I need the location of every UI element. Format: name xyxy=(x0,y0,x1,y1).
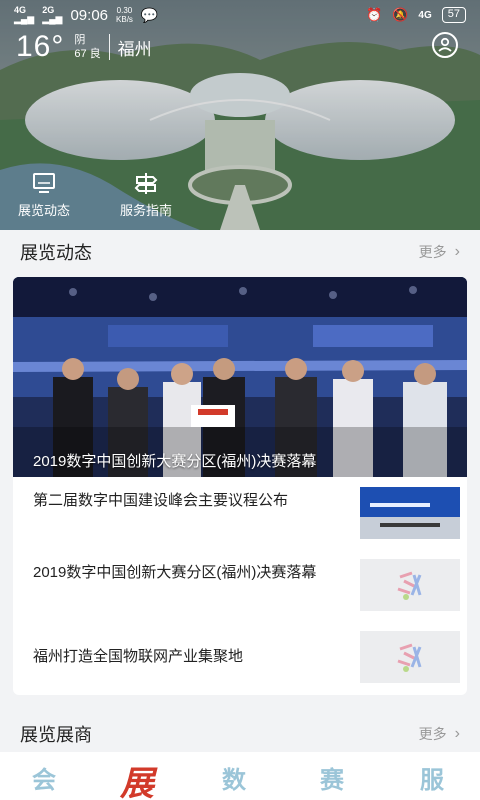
temperature: 16° xyxy=(16,30,65,63)
weather-widget: 16° 阴 67 良 福州 xyxy=(16,30,152,64)
battery-indicator: 57 xyxy=(441,7,466,23)
press-conference-image xyxy=(360,487,460,539)
quick-action-label: 展览动态 xyxy=(18,203,71,218)
chevron-right-icon: › xyxy=(454,243,460,260)
network-speed: 0.30 KB/s xyxy=(116,6,133,24)
tab-competition[interactable]: 赛 xyxy=(320,760,344,795)
news-title: 福州打造全国物联网产业集聚地 xyxy=(33,648,244,665)
award-ceremony-image xyxy=(13,277,467,477)
tab-exhibition[interactable]: 展 xyxy=(120,756,154,800)
chevron-right-icon: › xyxy=(454,725,460,742)
quick-action-service-guide[interactable]: 服务指南 xyxy=(120,172,172,219)
exhibitors-section-header: 展览展商 更多 › xyxy=(0,712,480,756)
tab-digital[interactable]: 数 xyxy=(222,760,246,795)
air-quality: 67 良 xyxy=(74,48,101,60)
quick-action-label: 服务指南 xyxy=(120,203,173,218)
tab-meeting[interactable]: 会 xyxy=(32,760,56,795)
more-label: 更多 xyxy=(418,726,447,742)
weather-condition: 阴 xyxy=(74,34,86,46)
network-right-indicator: 4G xyxy=(418,9,432,21)
user-icon xyxy=(438,37,452,52)
news-title: 第二届数字中国建设峰会主要议程公布 xyxy=(33,492,289,509)
section-title: 展览展商 xyxy=(20,725,92,745)
alarm-icon: ⏰ xyxy=(366,7,383,22)
weather-divider xyxy=(108,34,110,60)
status-bar: 4G ▂▄▆ 2G ▂▄▆ 09:06 0.30 KB/s 💬 ⏰ 🔕 4G 57 xyxy=(0,0,480,30)
quick-action-exhibition-news[interactable]: 展览动态 xyxy=(18,172,70,219)
section-title: 展览动态 xyxy=(20,243,92,263)
monitor-icon xyxy=(33,173,55,193)
featured-news-caption: 2019数字中国创新大赛分区(福州)决赛落幕 xyxy=(33,453,317,470)
news-title: 2019数字中国创新大赛分区(福州)决赛落幕 xyxy=(33,564,317,581)
city-name[interactable]: 福州 xyxy=(118,35,152,60)
news-card: 2019数字中国创新大赛分区(福州)决赛落幕 第二届数字中国建设峰会主要议程公布… xyxy=(13,277,467,695)
news-list-item[interactable]: 福州打造全国物联网产业集聚地 xyxy=(13,621,467,693)
wechat-icon: 💬 xyxy=(140,6,159,23)
more-link[interactable]: 更多 › xyxy=(419,724,460,744)
news-thumbnail xyxy=(360,487,460,539)
mute-icon: 🔕 xyxy=(392,7,409,22)
more-label: 更多 xyxy=(418,244,447,260)
news-list-item[interactable]: 第二届数字中国建设峰会主要议程公布 xyxy=(13,477,467,549)
guide-icon xyxy=(134,173,158,194)
more-link[interactable]: 更多 › xyxy=(419,242,460,262)
digital-china-logo-icon xyxy=(360,559,460,611)
news-thumbnail xyxy=(360,631,460,683)
featured-news-banner[interactable]: 2019数字中国创新大赛分区(福州)决赛落幕 xyxy=(13,277,467,477)
tab-service[interactable]: 服 xyxy=(420,760,444,795)
bottom-tab-bar: 会 展 数 赛 服 xyxy=(0,752,480,800)
clock: 09:06 xyxy=(70,6,109,24)
signal-2g-indicator: 2G ▂▄▆ xyxy=(42,5,63,24)
hero-banner: 4G ▂▄▆ 2G ▂▄▆ 09:06 0.30 KB/s 💬 ⏰ 🔕 4G 57 1… xyxy=(0,0,480,230)
digital-china-logo-icon xyxy=(360,631,460,683)
news-thumbnail xyxy=(360,559,460,611)
user-profile-button[interactable] xyxy=(432,32,458,58)
news-list-item[interactable]: 2019数字中国创新大赛分区(福州)决赛落幕 xyxy=(13,549,467,621)
signal-4g-indicator: 4G ▂▄▆ xyxy=(14,5,35,24)
news-section-header: 展览动态 更多 › xyxy=(0,230,480,274)
